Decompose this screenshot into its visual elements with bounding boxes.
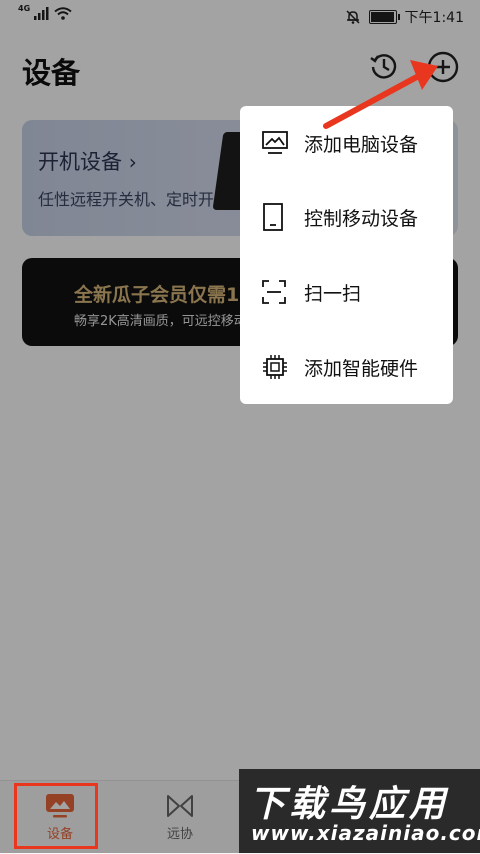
watermark-text: 下载鸟应用 — [249, 784, 450, 825]
menu-label-add-smart-hardware: 添加智能硬件 — [304, 357, 419, 380]
menu-item-control-mobile[interactable]: 控制移动设备 — [240, 180, 453, 254]
menu-item-add-smart-hardware[interactable]: 添加智能硬件 — [240, 330, 453, 404]
chip-icon — [263, 355, 287, 379]
app-screen: 4G 下午1:41 设备 开机设备 › 任性远程开关机、定时开 全新瓜子会员仅需… — [0, 0, 480, 854]
add-menu-popup: 添加电脑设备 控制移动设备 扫一扫 添加智能硬件 — [240, 106, 453, 404]
annotation-arrow — [323, 60, 438, 129]
site-watermark: 下载鸟应用 www.xiazainiao.com — [239, 769, 480, 853]
tablet-icon — [263, 203, 283, 231]
menu-label-scan: 扫一扫 — [304, 282, 362, 305]
annotation-highlight-box — [14, 783, 98, 849]
watermark-url: www.xiazainiao.com — [251, 821, 480, 845]
monitor-icon — [262, 131, 288, 154]
menu-item-scan[interactable]: 扫一扫 — [240, 255, 453, 329]
menu-label-control-mobile: 控制移动设备 — [304, 207, 419, 230]
scan-icon — [262, 280, 286, 304]
